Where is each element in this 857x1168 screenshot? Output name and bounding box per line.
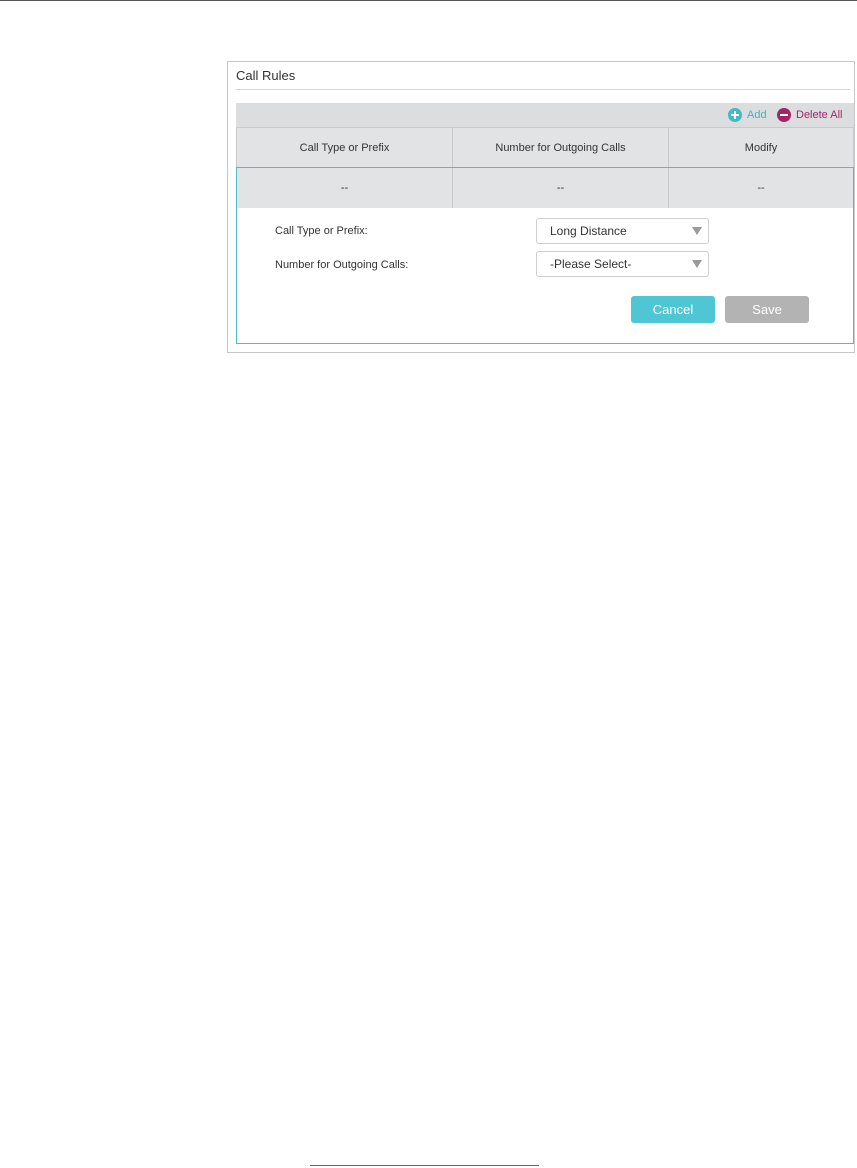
delete-all-button[interactable]: Delete All	[777, 103, 842, 127]
title-divider	[236, 89, 850, 90]
save-button[interactable]: Save	[725, 296, 809, 323]
chevron-down-icon	[692, 260, 702, 268]
table-cell: --	[669, 168, 854, 208]
minus-circle-icon	[777, 108, 791, 122]
chevron-down-icon	[692, 227, 702, 235]
column-header: Call Type or Prefix	[236, 127, 453, 167]
table-header-row: Call Type or Prefix Number for Outgoing …	[236, 127, 854, 167]
call-type-label: Call Type or Prefix:	[275, 225, 368, 237]
top-divider	[0, 0, 857, 1]
call-rules-panel: Call Rules Add Delete All Call Type or P…	[227, 61, 855, 353]
bottom-link-underline	[310, 1165, 539, 1166]
table-toolbar: Add Delete All	[236, 103, 854, 127]
table-cell: --	[236, 168, 453, 208]
number-select[interactable]: -Please Select-	[536, 251, 709, 277]
column-header: Number for Outgoing Calls	[453, 127, 669, 167]
rule-edit-form: Call Type or Prefix: Long Distance Numbe…	[236, 208, 854, 344]
number-value: -Please Select-	[550, 257, 632, 271]
call-type-value: Long Distance	[550, 224, 627, 238]
add-button[interactable]: Add	[728, 103, 767, 127]
add-label: Add	[747, 109, 767, 121]
column-header: Modify	[669, 127, 854, 167]
number-label: Number for Outgoing Calls:	[275, 259, 409, 271]
plus-circle-icon	[728, 108, 742, 122]
delete-all-label: Delete All	[796, 109, 843, 121]
panel-title: Call Rules	[236, 68, 296, 83]
table-row[interactable]: -- -- --	[236, 167, 854, 208]
cancel-button[interactable]: Cancel	[631, 296, 715, 323]
table-cell: --	[453, 168, 669, 208]
call-rules-table: Call Type or Prefix Number for Outgoing …	[236, 127, 854, 208]
call-type-select[interactable]: Long Distance	[536, 218, 709, 244]
